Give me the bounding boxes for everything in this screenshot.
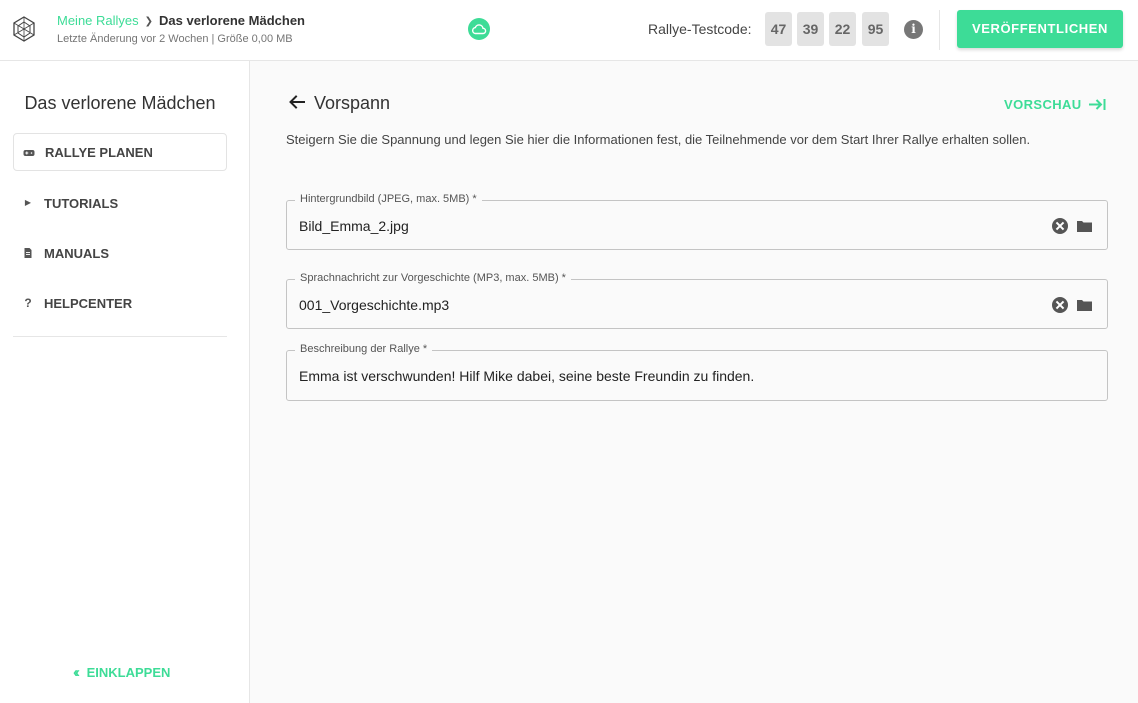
sidebar: Das verlorene Mädchen RALLYE PLANEN ▶ TU…	[0, 61, 250, 703]
breadcrumb-link-my-rallyes[interactable]: Meine Rallyes	[57, 13, 139, 28]
background-image-field[interactable]: Hintergrundbild (JPEG, max. 5MB) * Bild_…	[286, 193, 1108, 250]
last-change-info: Letzte Änderung vor 2 Wochen | Größe 0,0…	[57, 33, 293, 45]
back-arrow-icon[interactable]	[288, 93, 306, 111]
sidebar-item-rallye-planen[interactable]: RALLYE PLANEN	[13, 133, 227, 171]
clear-icon[interactable]	[1052, 297, 1068, 313]
sidebar-title: Das verlorene Mädchen	[24, 93, 216, 113]
voice-message-field[interactable]: Sprachnachricht zur Vorgeschichte (MP3, …	[286, 272, 1108, 329]
breadcrumb-separator-icon: ❯	[144, 16, 154, 27]
field-value[interactable]: 001_Vorgeschichte.mp3	[299, 297, 449, 313]
collapse-button[interactable]: ‹‹ EINKLAPPEN	[73, 664, 170, 681]
play-icon: ▶	[24, 198, 32, 207]
sidebar-item-label: RALLYE PLANEN	[45, 145, 153, 160]
breadcrumb: Meine Rallyes ❯ Das verlorene Mädchen	[57, 13, 305, 28]
gamepad-icon	[23, 150, 35, 156]
sidebar-item-helpcenter[interactable]: ? HELPCENTER	[13, 285, 227, 323]
sidebar-item-label: TUTORIALS	[44, 196, 119, 211]
folder-icon[interactable]	[1076, 298, 1093, 312]
folder-icon[interactable]	[1076, 219, 1093, 233]
preview-label: VORSCHAU	[1004, 97, 1082, 112]
preview-button[interactable]: VORSCHAU	[1004, 96, 1106, 112]
testcode-label: Rallye-Testcode:	[648, 21, 752, 37]
testcode-digit-2: 39	[797, 12, 824, 46]
info-icon[interactable]: i	[904, 20, 923, 39]
sidebar-item-tutorials[interactable]: ▶ TUTORIALS	[13, 185, 227, 223]
sidebar-item-label: HELPCENTER	[44, 296, 133, 311]
header-divider	[939, 10, 940, 50]
field-value[interactable]: Emma ist verschwunden! Hilf Mike dabei, …	[299, 368, 754, 384]
collapse-label: EINKLAPPEN	[86, 665, 171, 680]
app-logo-icon[interactable]	[12, 16, 36, 42]
testcode-digit-4: 95	[862, 12, 889, 46]
testcode-digit-3: 22	[829, 12, 856, 46]
double-chevron-left-icon: ‹‹	[73, 664, 80, 681]
breadcrumb-current: Das verlorene Mädchen	[159, 13, 305, 28]
document-icon	[24, 248, 32, 258]
sidebar-divider	[13, 336, 227, 337]
field-label: Beschreibung der Rallye *	[295, 343, 433, 355]
cloud-saved-icon	[468, 18, 490, 40]
arrow-to-end-icon	[1088, 99, 1106, 110]
description-field[interactable]: Beschreibung der Rallye * Emma ist versc…	[286, 343, 1108, 401]
field-value[interactable]: Bild_Emma_2.jpg	[299, 218, 409, 234]
top-header: Meine Rallyes ❯ Das verlorene Mädchen Letz…	[0, 0, 1138, 61]
question-icon: ?	[24, 296, 32, 310]
testcode-digit-1: 47	[765, 12, 792, 46]
field-label: Sprachnachricht zur Vorgeschichte (MP3, …	[295, 272, 571, 284]
page-title: Vorspann	[314, 93, 391, 113]
clear-icon[interactable]	[1052, 218, 1068, 234]
intro-text: Steigern Sie die Spannung und legen Sie …	[286, 132, 1031, 147]
sidebar-item-label: MANUALS	[44, 246, 109, 261]
publish-button[interactable]: VERÖFFENTLICHEN	[957, 10, 1123, 48]
sidebar-item-manuals[interactable]: MANUALS	[13, 235, 227, 273]
field-label: Hintergrundbild (JPEG, max. 5MB) *	[295, 193, 482, 205]
